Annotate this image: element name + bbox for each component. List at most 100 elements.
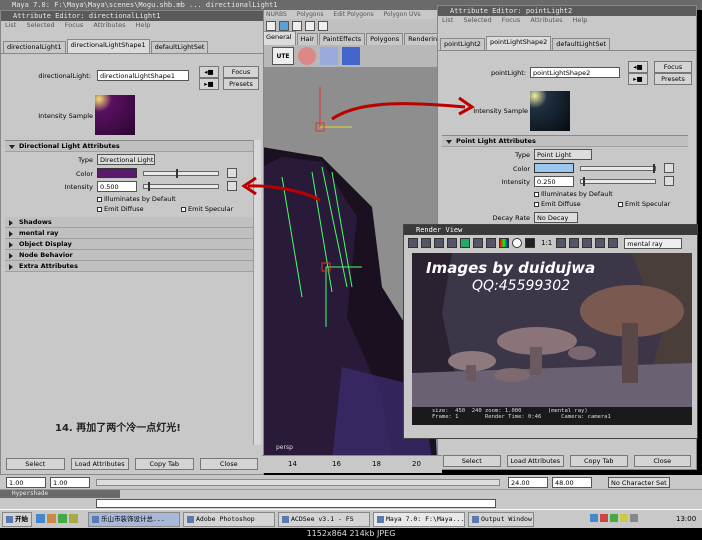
r-intensity-field[interactable]: 0.250: [534, 176, 574, 187]
section-object-display[interactable]: Object Display: [5, 239, 253, 250]
r-color-map-icon[interactable]: [664, 163, 674, 173]
tray-icon-3[interactable]: [610, 514, 618, 522]
r-close-button[interactable]: Close: [633, 455, 691, 467]
r-presets-button[interactable]: Presets: [654, 73, 692, 85]
taskbar-item-acdsee[interactable]: ACDSee v3.1 - FS: [278, 512, 370, 527]
app-icon[interactable]: [69, 514, 78, 523]
tool-icon-1[interactable]: [266, 21, 276, 31]
tray-icon-4[interactable]: [620, 514, 628, 522]
r-intensity-map-icon[interactable]: [664, 176, 674, 186]
r-illuminates-checkbox[interactable]: Illuminates by Default: [534, 190, 613, 198]
r-type-dropdown[interactable]: Point Light: [534, 149, 592, 160]
r-color-slider[interactable]: [580, 164, 656, 173]
renderer-dropdown[interactable]: mental ray: [624, 237, 683, 249]
r-intensity-slider[interactable]: [580, 177, 656, 186]
tray-icon-5[interactable]: [630, 514, 638, 522]
color-map-icon[interactable]: [227, 168, 237, 178]
r-emit-diffuse-checkbox[interactable]: Emit Diffuse: [534, 200, 581, 208]
focus-arrow-icon[interactable]: ◂■: [199, 66, 219, 78]
section-shadows[interactable]: Shadows: [5, 217, 253, 228]
ratio-label[interactable]: 1:1: [541, 239, 552, 247]
r-menu-attributes[interactable]: Attributes: [530, 16, 562, 24]
color-swatch[interactable]: [97, 168, 137, 178]
start-button[interactable]: 开始: [2, 512, 32, 527]
emit-specular-checkbox[interactable]: Emit Specular: [181, 205, 233, 213]
shelf-ute-icon[interactable]: UTE: [272, 47, 294, 65]
r-copy-tab-button[interactable]: Copy Tab: [570, 455, 628, 467]
menu-polygons[interactable]: Polygons: [297, 11, 324, 18]
r-load-attributes-button[interactable]: Load Attributes: [506, 455, 564, 467]
r-presets-arrow-icon[interactable]: ▸■: [628, 73, 648, 85]
shelf-sphere-icon[interactable]: [298, 47, 316, 65]
folder-icon[interactable]: [58, 514, 67, 523]
shelf-light-icon[interactable]: [342, 47, 360, 65]
section-extra-attributes[interactable]: Extra Attributes: [5, 261, 253, 272]
r-menu-list[interactable]: List: [442, 16, 453, 24]
intensity-slider[interactable]: [143, 182, 219, 191]
intensity-field[interactable]: 0.500: [97, 181, 137, 192]
wizard-icon[interactable]: [608, 238, 619, 248]
focus-button[interactable]: Focus: [223, 66, 259, 78]
menu-nurbs[interactable]: NURBS: [266, 11, 287, 18]
node-name-field[interactable]: directionalLightShape1: [97, 70, 189, 81]
menu-attributes[interactable]: Attributes: [93, 21, 125, 29]
range-end-b-field[interactable]: 48.00: [552, 477, 592, 488]
render-settings-icon[interactable]: [582, 238, 593, 248]
r-select-button[interactable]: Select: [443, 455, 501, 467]
luminance-icon[interactable]: [525, 238, 535, 248]
timeline[interactable]: 14 16 18 20: [262, 455, 442, 473]
illuminates-checkbox[interactable]: Illuminates by Default: [97, 195, 176, 203]
menu-help[interactable]: Help: [136, 21, 151, 29]
intensity-map-icon[interactable]: [227, 181, 237, 191]
r-decay-dropdown[interactable]: No Decay: [534, 212, 578, 223]
refresh-icon[interactable]: [434, 238, 444, 248]
tab-pointlight2[interactable]: pointLight2: [440, 38, 485, 50]
r-menu-help[interactable]: Help: [573, 16, 588, 24]
range-end-a-field[interactable]: 24.00: [508, 477, 548, 488]
menu-edit-polygons[interactable]: Edit Polygons: [333, 11, 373, 18]
section-directional-light-attributes[interactable]: Directional Light Attributes: [5, 141, 253, 152]
help-icon[interactable]: [292, 21, 302, 31]
redo-render-icon[interactable]: [408, 238, 418, 248]
shelf-tab-polygons[interactable]: Polygons: [366, 33, 404, 45]
tray-icon-2[interactable]: [600, 514, 608, 522]
menu-focus[interactable]: Focus: [65, 21, 84, 29]
tab-directionallight1[interactable]: directionalLight1: [3, 41, 66, 53]
tray-icon-1[interactable]: [590, 514, 598, 522]
ipr-icon[interactable]: [318, 21, 328, 31]
shelf-tab-hair[interactable]: Hair: [296, 33, 318, 45]
character-set-dropdown[interactable]: No Character Set: [608, 477, 670, 488]
alpha-channel-icon[interactable]: [512, 238, 522, 248]
remove-image-icon[interactable]: [486, 238, 496, 248]
close-button[interactable]: Close: [199, 458, 258, 470]
tab-defaultlightset[interactable]: defaultLightSet: [150, 41, 209, 53]
zoom-icon[interactable]: [556, 238, 567, 248]
globe-icon[interactable]: [279, 21, 289, 31]
command-line-input[interactable]: [96, 499, 496, 508]
ipr-render-icon[interactable]: [421, 238, 431, 248]
rgb-channel-icon[interactable]: [499, 238, 509, 248]
taskbar-item-design[interactable]: 乐山市装饰设计总...: [88, 512, 180, 527]
range-slider[interactable]: [96, 479, 500, 486]
ie-icon[interactable]: [36, 514, 45, 523]
taskbar-item-output-window[interactable]: Output Window: [468, 512, 534, 527]
type-dropdown[interactable]: Directional Light: [97, 154, 155, 165]
r-color-swatch[interactable]: [534, 163, 574, 173]
menu-list[interactable]: List: [5, 21, 16, 29]
tab-directionallightshape1[interactable]: directionalLightShape1: [66, 39, 150, 53]
r-focus-arrow-icon[interactable]: ◂■: [628, 61, 648, 73]
tab-pointlightshape2[interactable]: pointLightShape2: [485, 36, 552, 50]
presets-button[interactable]: Presets: [223, 78, 259, 90]
r-emit-specular-checkbox[interactable]: Emit Specular: [618, 200, 670, 208]
globals-icon[interactable]: [595, 238, 606, 248]
taskbar-item-maya[interactable]: Maya 7.0: F:\Maya...: [373, 512, 465, 527]
region-icon[interactable]: [447, 238, 457, 248]
reset-icon[interactable]: [569, 238, 580, 248]
menu-selected[interactable]: Selected: [26, 21, 54, 29]
shelf-grid-icon[interactable]: [320, 47, 338, 65]
taskbar-item-photoshop[interactable]: Adobe Photoshop: [183, 512, 275, 527]
r-menu-selected[interactable]: Selected: [463, 16, 491, 24]
emit-diffuse-checkbox[interactable]: Emit Diffuse: [97, 205, 144, 213]
section-mental-ray[interactable]: mental ray: [5, 228, 253, 239]
keep-image-icon[interactable]: [473, 238, 483, 248]
